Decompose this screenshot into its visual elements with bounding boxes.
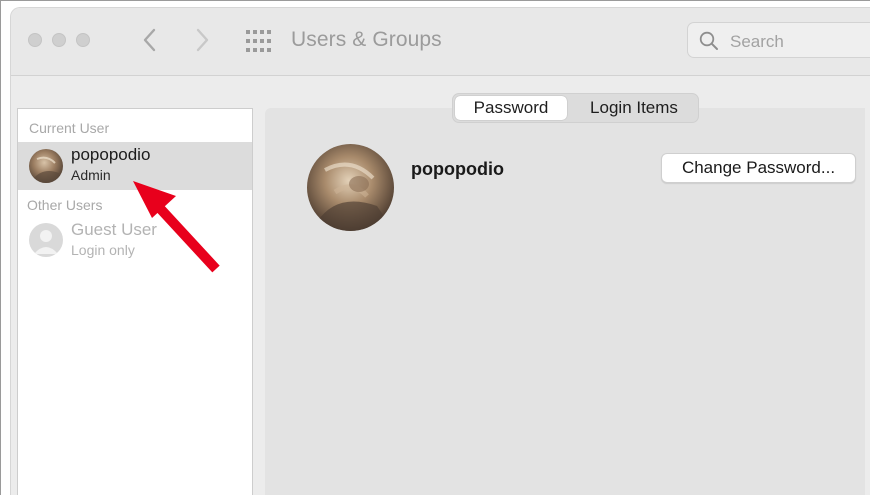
grid-icon <box>246 30 271 52</box>
other-users-section-label: Other Users <box>27 197 103 213</box>
guest-user-name: Guest User <box>71 220 157 239</box>
user-row-guest[interactable]: Guest User Login only <box>18 217 252 261</box>
toolbar: Users & Groups Search <box>11 8 870 76</box>
window-title: Users & Groups <box>291 28 442 51</box>
user-role: Admin <box>71 167 111 183</box>
profile-avatar[interactable] <box>307 144 394 231</box>
tab-bar: Password Login Items <box>452 93 699 123</box>
tab-login-items[interactable]: Login Items <box>571 94 697 122</box>
user-row-current[interactable]: popopodio Admin <box>18 142 252 190</box>
show-all-button[interactable] <box>245 29 271 53</box>
search-placeholder: Search <box>730 32 784 51</box>
chevron-right-icon <box>196 28 209 52</box>
minimize-window-button[interactable] <box>52 33 66 47</box>
tab-password[interactable]: Password <box>455 96 567 120</box>
guest-avatar-icon <box>29 223 63 257</box>
guest-user-subtitle: Login only <box>71 242 135 258</box>
user-name: popopodio <box>71 145 151 164</box>
users-list: Current User popopodio Admin Other Users <box>17 108 253 495</box>
forward-button[interactable] <box>190 25 214 55</box>
current-user-section-label: Current User <box>29 120 110 136</box>
avatar <box>29 149 63 183</box>
search-icon <box>699 31 718 50</box>
profile-name: popopodio <box>411 159 504 179</box>
change-password-button[interactable]: Change Password... <box>661 153 856 183</box>
zoom-window-button[interactable] <box>76 33 90 47</box>
close-window-button[interactable] <box>28 33 42 47</box>
chevron-left-icon <box>143 28 156 52</box>
back-button[interactable] <box>138 25 162 55</box>
search-field[interactable]: Search <box>687 22 870 58</box>
